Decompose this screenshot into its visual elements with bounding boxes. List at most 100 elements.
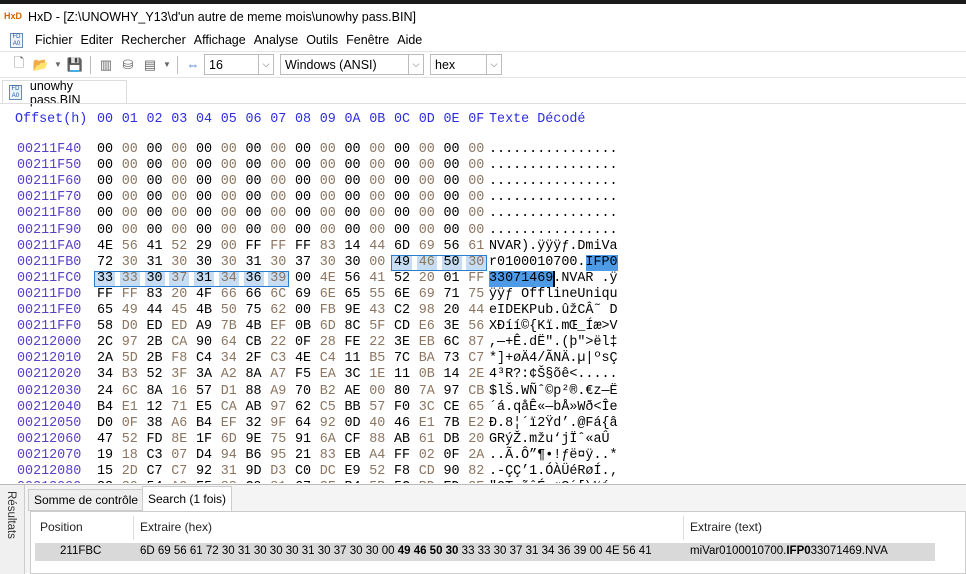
hex-byte[interactable]: 65 bbox=[343, 287, 363, 303]
hex-byte[interactable]: 00 bbox=[318, 142, 338, 158]
hex-byte[interactable]: F8 bbox=[169, 351, 189, 367]
hex-byte[interactable]: 57 bbox=[194, 384, 214, 400]
column-divider[interactable] bbox=[683, 516, 684, 540]
decoded-text[interactable]: *]+øÄ4/ÃNÄ.µ|ºsÇ bbox=[489, 351, 618, 366]
hex-byte[interactable]: 00 bbox=[244, 190, 264, 206]
hex-row[interactable]: 00211F70 00 00 00 00 00 00 00 00 00 00 00 00 00 00 00 00… bbox=[0, 190, 966, 206]
hex-byte[interactable]: 00 bbox=[169, 206, 189, 222]
hex-byte[interactable]: 1E bbox=[367, 367, 387, 383]
hex-byte[interactable]: 3E bbox=[442, 319, 462, 335]
hex-byte[interactable]: 00 bbox=[343, 158, 363, 174]
hex-byte[interactable]: 5D bbox=[120, 351, 140, 367]
hex-byte[interactable]: 00 bbox=[169, 223, 189, 239]
hex-byte[interactable]: A2 bbox=[219, 367, 239, 383]
hex-byte[interactable]: 00 bbox=[120, 174, 140, 190]
tools-icon[interactable]: ▤ bbox=[141, 56, 159, 74]
hex-byte[interactable]: 00 bbox=[293, 158, 313, 174]
hex-byte[interactable]: 56 bbox=[343, 271, 363, 287]
hex-byte[interactable]: 95 bbox=[268, 448, 288, 464]
hex-byte[interactable]: 00 bbox=[392, 142, 412, 158]
hex-byte[interactable]: 30 bbox=[144, 270, 165, 287]
hex-byte[interactable]: D0 bbox=[95, 416, 115, 432]
hex-byte[interactable]: BD bbox=[417, 480, 437, 483]
hex-byte[interactable]: 00 bbox=[417, 158, 437, 174]
hex-byte[interactable]: 31 bbox=[194, 270, 214, 287]
hex-byte[interactable]: 00 bbox=[95, 206, 115, 222]
hex-row[interactable]: 00211F60 00 00 00 00 00 00 00 00 00 00 00 00 00 00 00 00… bbox=[0, 174, 966, 190]
hex-byte[interactable]: 2A bbox=[95, 351, 115, 367]
hex-byte[interactable]: 29 bbox=[194, 239, 214, 255]
hex-byte[interactable]: 00 bbox=[367, 158, 387, 174]
hex-byte[interactable]: 33 bbox=[119, 270, 140, 287]
hex-byte[interactable]: B4 bbox=[194, 416, 214, 432]
hex-byte[interactable]: 2E bbox=[466, 480, 486, 483]
hex-byte[interactable]: 00 bbox=[145, 174, 165, 190]
menu-fenetre[interactable]: Fenêtre bbox=[342, 33, 393, 47]
hex-byte[interactable]: 00 bbox=[417, 190, 437, 206]
hex-byte[interactable]: 6D bbox=[219, 432, 239, 448]
hex-byte[interactable]: 14 bbox=[442, 367, 462, 383]
hex-byte[interactable]: 00 bbox=[95, 158, 115, 174]
hex-byte[interactable]: FD bbox=[145, 432, 165, 448]
hex-byte[interactable]: A9 bbox=[268, 384, 288, 400]
hex-byte[interactable]: B6 bbox=[244, 448, 264, 464]
hex-row[interactable]: 00211FE0 65 49 44 45 4B 50 75 62 00 FB 9E 43 C2 98 20 44… bbox=[0, 303, 966, 319]
hex-byte[interactable]: FF bbox=[95, 287, 115, 303]
hex-byte[interactable]: 92 bbox=[318, 416, 338, 432]
decoded-text[interactable]: .-ÇÇ’1.ÓÀÜéRøÍ.‚ bbox=[489, 464, 618, 479]
hex-byte[interactable]: 57 bbox=[367, 400, 387, 416]
hex-byte[interactable]: 00 bbox=[145, 206, 165, 222]
hex-byte[interactable]: 62 bbox=[293, 400, 313, 416]
hex-byte[interactable]: 71 bbox=[442, 287, 462, 303]
hex-byte[interactable]: EA bbox=[318, 367, 338, 383]
hex-byte[interactable]: 20 bbox=[466, 432, 486, 448]
hex-byte[interactable]: 34 bbox=[219, 351, 239, 367]
column-hex[interactable]: Extraire (hex) bbox=[140, 520, 212, 534]
hex-byte[interactable]: 22 bbox=[367, 335, 387, 351]
hex-byte[interactable]: 4E bbox=[95, 239, 115, 255]
hex-byte[interactable]: 6A bbox=[318, 432, 338, 448]
hex-byte[interactable]: EB bbox=[417, 335, 437, 351]
hex-byte[interactable]: 00 bbox=[268, 223, 288, 239]
hex-byte[interactable]: 64 bbox=[293, 416, 313, 432]
hex-byte[interactable]: 5B bbox=[367, 480, 387, 483]
hex-byte[interactable]: B4 bbox=[343, 480, 363, 483]
hex-byte[interactable]: 75 bbox=[466, 287, 486, 303]
hex-byte[interactable]: 00 bbox=[120, 190, 140, 206]
hex-byte[interactable]: 00 bbox=[442, 174, 462, 190]
hex-byte[interactable]: 30 bbox=[120, 480, 140, 483]
hex-byte[interactable]: 00 bbox=[169, 158, 189, 174]
hex-byte[interactable]: 58 bbox=[95, 319, 115, 335]
hex-byte[interactable]: 55 bbox=[367, 287, 387, 303]
hex-byte[interactable]: 11 bbox=[392, 367, 412, 383]
open-folder-icon[interactable]: 📂 bbox=[32, 56, 50, 74]
decoded-text[interactable]: "0T õˆÉ.g?´[\½í. bbox=[489, 480, 618, 483]
hex-byte[interactable]: 00 bbox=[194, 158, 214, 174]
hex-byte[interactable]: 37 bbox=[169, 270, 190, 287]
hex-byte[interactable]: 97 bbox=[442, 384, 462, 400]
hex-byte[interactable]: 00 bbox=[95, 223, 115, 239]
hex-byte[interactable]: 30 bbox=[194, 255, 214, 271]
hex-byte[interactable]: 28 bbox=[318, 335, 338, 351]
hex-byte[interactable]: D0 bbox=[120, 319, 140, 335]
hex-byte[interactable]: 00 bbox=[120, 206, 140, 222]
hex-byte[interactable]: 00 bbox=[392, 158, 412, 174]
hex-byte[interactable]: 4B bbox=[194, 303, 214, 319]
hex-byte[interactable]: AB bbox=[392, 432, 412, 448]
hex-byte[interactable]: 00 bbox=[169, 190, 189, 206]
hex-byte[interactable]: 3F bbox=[169, 367, 189, 383]
hex-byte[interactable]: A9 bbox=[194, 319, 214, 335]
hex-byte[interactable]: F5 bbox=[194, 480, 214, 483]
hex-byte[interactable]: 66 bbox=[219, 287, 239, 303]
hex-byte[interactable]: 18 bbox=[120, 448, 140, 464]
hex-byte[interactable]: 30 bbox=[120, 255, 140, 271]
hex-byte[interactable]: 49 bbox=[120, 303, 140, 319]
hex-byte[interactable]: 64 bbox=[219, 335, 239, 351]
hex-byte[interactable]: 00 bbox=[392, 223, 412, 239]
hex-byte[interactable]: 00 bbox=[244, 158, 264, 174]
hex-byte[interactable]: 34 bbox=[218, 270, 239, 287]
hex-byte[interactable]: FF bbox=[268, 239, 288, 255]
hex-byte[interactable]: 40 bbox=[367, 416, 387, 432]
table-row[interactable]: 211FBC 6D 69 56 61 72 30 31 30 30 30 31 … bbox=[35, 543, 935, 561]
hex-row[interactable]: 00212000 2C 97 2B CA 90 64 CB 22 0F 28 FE 22 3E EB 6C 87… bbox=[0, 335, 966, 351]
